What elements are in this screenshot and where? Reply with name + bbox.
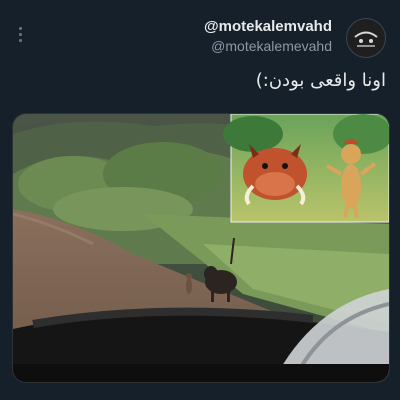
more-options-button[interactable] — [10, 22, 30, 46]
more-vertical-icon — [18, 26, 22, 30]
avatar[interactable] — [346, 18, 386, 58]
user-handle[interactable]: @motekalemevahd — [204, 36, 332, 56]
author-names: @motekalemvahd @motekalemevahd — [204, 18, 332, 56]
tweet-text: اونا واقعی بودن:) — [255, 70, 386, 91]
avatar-logo — [347, 19, 385, 57]
tweet-photo[interactable] — [12, 113, 390, 383]
display-name[interactable]: @motekalemvahd — [204, 18, 332, 36]
lion-king-meme-photo — [13, 114, 389, 382]
